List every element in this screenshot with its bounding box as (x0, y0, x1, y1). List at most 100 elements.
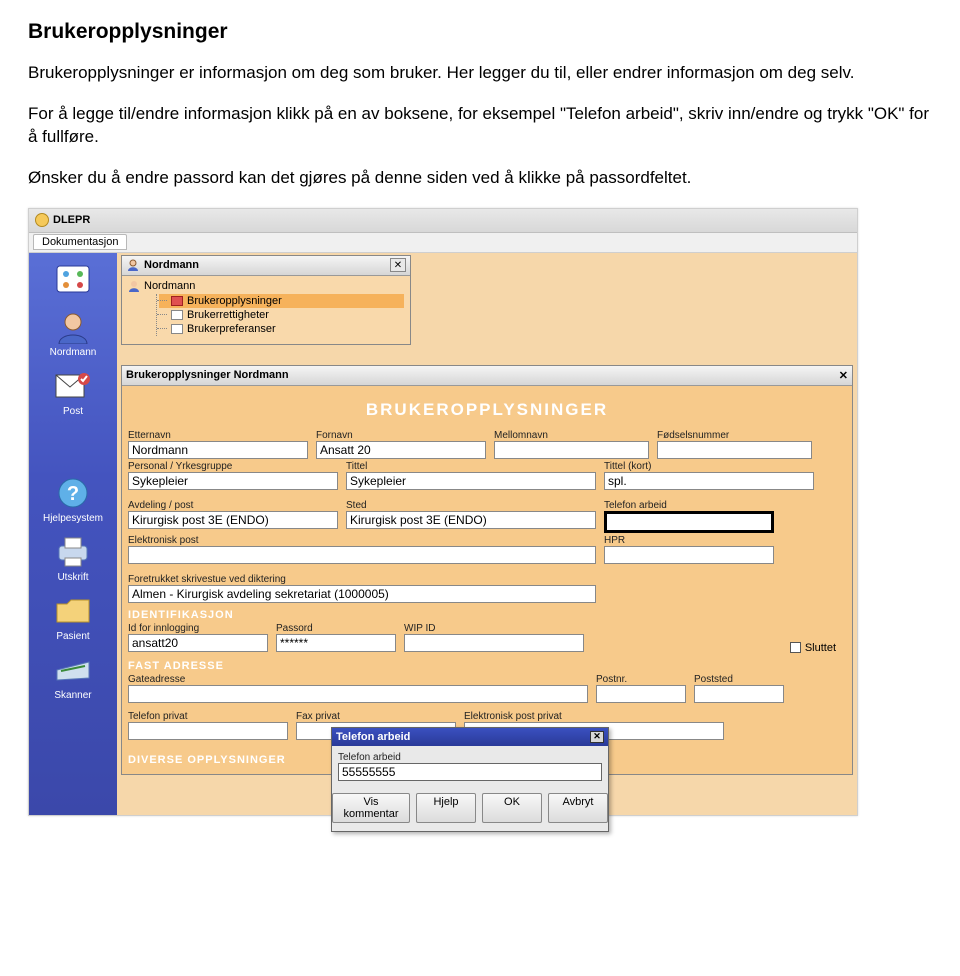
label-epost-privat: Elektronisk post privat (464, 711, 724, 722)
button-avbryt[interactable]: Avbryt (548, 793, 608, 823)
tree-root-label: Nordmann (144, 280, 195, 292)
field-telefon-arbeid[interactable] (604, 511, 774, 533)
doc-paragraph-2: For å legge til/endre informasjon klikk … (28, 103, 932, 149)
checkbox-box-icon (790, 642, 801, 653)
field-skrivestue[interactable]: Almen - Kirurgisk avdeling sekretariat (… (128, 585, 596, 603)
person-small-icon (126, 259, 140, 271)
field-epost[interactable] (128, 546, 596, 564)
dialog-field-input[interactable]: 55555555 (338, 763, 602, 781)
checkbox-sluttet[interactable]: Sluttet (790, 642, 836, 654)
sidebar-item-print[interactable]: Utskrift (29, 528, 117, 587)
field-tittel-kort[interactable]: spl. (604, 472, 814, 490)
doc-paragraph-1: Brukeropplysninger er informasjon om deg… (28, 62, 932, 85)
label-postnr: Postnr. (596, 674, 686, 685)
dialog-field-label: Telefon arbeid (338, 752, 602, 763)
printer-icon (51, 534, 95, 570)
tree-node-icon (171, 324, 183, 334)
tree-window: Nordmann ✕ Nordmann Brukeropplysninger (121, 255, 411, 345)
help-icon: ? (51, 475, 95, 511)
field-yrkesgruppe[interactable]: Sykepleier (128, 472, 338, 490)
sidebar-item-label: Post (29, 406, 117, 417)
field-tittel[interactable]: Sykepleier (346, 472, 596, 490)
label-hpr: HPR (604, 535, 774, 546)
person-icon (51, 309, 95, 345)
label-poststed: Poststed (694, 674, 784, 685)
field-etternavn[interactable]: Nordmann (128, 441, 308, 459)
field-passord[interactable]: ****** (276, 634, 396, 652)
label-tittel-kort: Tittel (kort) (604, 461, 814, 472)
close-icon[interactable]: ✕ (390, 258, 406, 272)
label-tlf-privat: Telefon privat (128, 711, 288, 722)
form-panel: Brukeropplysninger Nordmann ✕ BRUKEROPPL… (121, 365, 853, 775)
sidebar-item-label: Pasient (29, 631, 117, 642)
form-heading: BRUKEROPPLYSNINGER (128, 386, 846, 430)
tree-item-brukerpreferanser[interactable]: Brukerpreferanser (159, 322, 404, 336)
tree-item-brukeropplysninger[interactable]: Brukeropplysninger (159, 294, 404, 308)
sidebar-item-label: Utskrift (29, 572, 117, 583)
form-window-title: Brukeropplysninger Nordmann (126, 369, 289, 381)
tree-node-icon (171, 310, 183, 320)
field-mellomnavn[interactable] (494, 441, 649, 459)
tree-item-label: Brukeropplysninger (187, 295, 282, 307)
sidebar-item-scanner[interactable]: Skanner (29, 646, 117, 705)
tree-item-label: Brukerrettigheter (187, 309, 269, 321)
label-avdeling: Avdeling / post (128, 500, 338, 511)
tree-window-title: Nordmann (144, 259, 199, 271)
field-login-id[interactable]: ansatt20 (128, 634, 268, 652)
doc-heading: Brukeropplysninger (28, 20, 932, 44)
sidebar-item-label: Skanner (29, 690, 117, 701)
sidebar-item-help[interactable]: ? Hjelpesystem (29, 469, 117, 528)
app-title: DLEPR (53, 214, 90, 226)
sidebar: Nordmann Post ? Hjelpesystem (29, 253, 117, 815)
tree-root-icon (128, 280, 140, 292)
field-hpr[interactable] (604, 546, 774, 564)
button-vis-kommentar[interactable]: Vis kommentar (332, 793, 410, 823)
scanner-icon (51, 652, 95, 688)
label-gateadresse: Gateadresse (128, 674, 588, 685)
field-fodselsnummer[interactable] (657, 441, 812, 459)
sidebar-item-patient[interactable]: Pasient (29, 587, 117, 646)
tree-item-brukerrettigheter[interactable]: Brukerrettigheter (159, 308, 404, 322)
sidebar-item-blank (29, 421, 117, 469)
label-login-id: Id for innlogging (128, 623, 268, 634)
folder-icon (51, 593, 95, 629)
app-titlebar: DLEPR (29, 209, 857, 233)
field-postnr[interactable] (596, 685, 686, 703)
edit-dialog: Telefon arbeid ✕ Telefon arbeid 55555555… (331, 727, 609, 832)
label-fodselsnummer: Fødselsnummer (657, 430, 812, 441)
tree-root[interactable]: Nordmann (128, 280, 404, 292)
label-skrivestue: Foretrukket skrivestue ved diktering (128, 574, 596, 585)
app-toolbar: Dokumentasjon (29, 233, 857, 253)
label-wipid: WIP ID (404, 623, 584, 634)
sidebar-item-label: Nordmann (29, 347, 117, 358)
label-fax-privat: Fax privat (296, 711, 456, 722)
label-telefon-arbeid: Telefon arbeid (604, 500, 774, 511)
app-window: DLEPR Dokumentasjon Nordmann (28, 208, 858, 816)
button-ok[interactable]: OK (482, 793, 542, 823)
label-etternavn: Etternavn (128, 430, 308, 441)
sidebar-item-post[interactable]: Post (29, 362, 117, 421)
close-icon[interactable]: ✕ (590, 731, 604, 743)
field-wipid[interactable] (404, 634, 584, 652)
field-poststed[interactable] (694, 685, 784, 703)
label-epost: Elektronisk post (128, 535, 596, 546)
section-identifikasjon: IDENTIFIKASJON (128, 609, 846, 621)
sidebar-item-modules[interactable] (29, 255, 117, 303)
field-gateadresse[interactable] (128, 685, 588, 703)
label-passord: Passord (276, 623, 396, 634)
app-icon (35, 213, 49, 227)
doc-paragraph-3: Ønsker du å endre passord kan det gjøres… (28, 167, 932, 190)
field-tlf-privat[interactable] (128, 722, 288, 740)
svg-text:?: ? (67, 483, 79, 505)
field-avdeling[interactable]: Kirurgisk post 3E (ENDO) (128, 511, 338, 529)
label-yrkesgruppe: Personal / Yrkesgruppe (128, 461, 338, 472)
sidebar-item-label: Hjelpesystem (29, 513, 117, 524)
field-sted[interactable]: Kirurgisk post 3E (ENDO) (346, 511, 596, 529)
section-adresse: FAST ADRESSE (128, 660, 846, 672)
button-hjelp[interactable]: Hjelp (416, 793, 476, 823)
sidebar-item-user[interactable]: Nordmann (29, 303, 117, 362)
label-fornavn: Fornavn (316, 430, 486, 441)
field-fornavn[interactable]: Ansatt 20 (316, 441, 486, 459)
tab-dokumentasjon[interactable]: Dokumentasjon (33, 234, 127, 250)
close-icon[interactable]: ✕ (839, 369, 848, 382)
